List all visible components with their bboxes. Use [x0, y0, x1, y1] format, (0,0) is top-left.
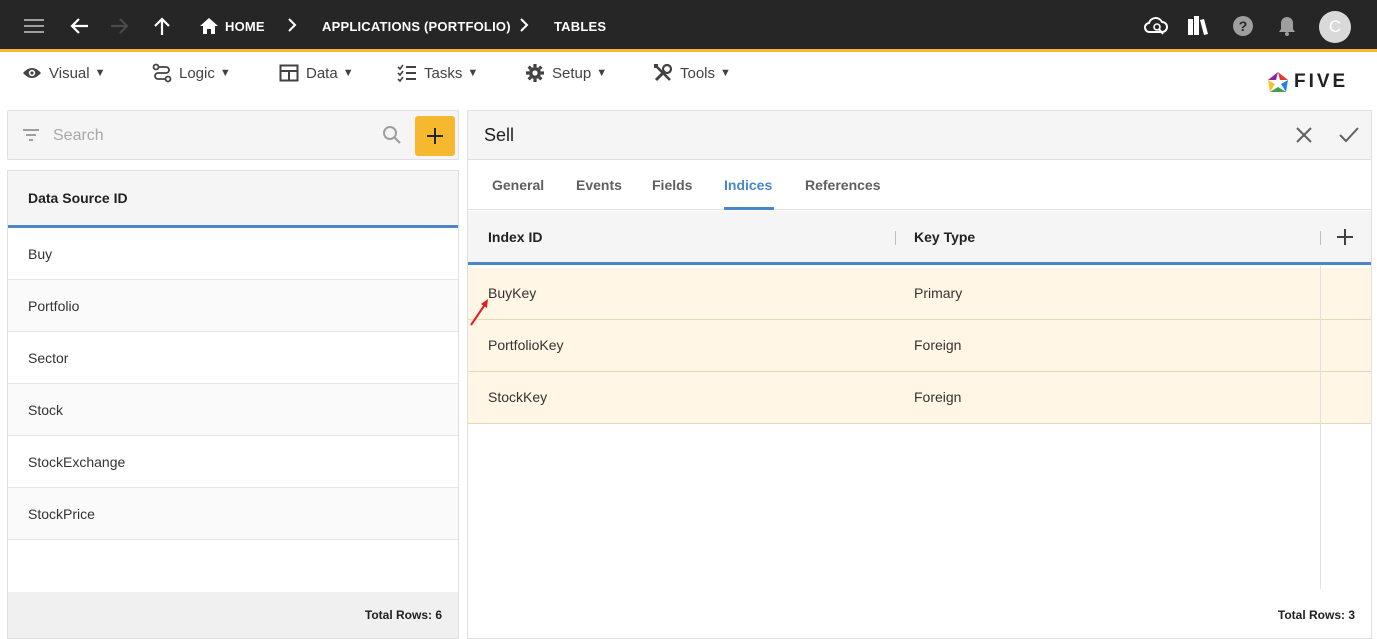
tab-indices[interactable]: Indices	[724, 177, 772, 193]
plus-icon	[1337, 229, 1353, 245]
menu-visual-label: Visual	[49, 64, 90, 82]
indices-grid: Index ID Key Type BuyKey Primary Portfol…	[468, 211, 1371, 591]
check-icon[interactable]	[1338, 125, 1360, 150]
filter-icon[interactable]	[21, 126, 41, 149]
tools-icon	[654, 63, 673, 82]
caret-down-icon: ▼	[596, 67, 608, 79]
cell-key-type: Primary	[914, 285, 963, 301]
menu-logic[interactable]: Logic ▼	[152, 62, 231, 84]
library-icon[interactable]	[1182, 10, 1214, 42]
menu-tasks-label: Tasks	[424, 64, 463, 82]
left-panel: Search Data Source ID Buy Portfolio Sect…	[7, 110, 459, 639]
menu-icon[interactable]	[18, 10, 50, 42]
app-bar: HOME APPLICATIONS (PORTFOLIO) TABLES ? C	[0, 0, 1377, 52]
add-record-button[interactable]	[415, 116, 455, 156]
menu-data-label: Data	[306, 64, 338, 82]
caret-down-icon: ▼	[94, 67, 106, 79]
add-index-button[interactable]	[1336, 228, 1354, 251]
column-divider[interactable]	[895, 231, 896, 245]
list-item[interactable]: Portfolio	[8, 280, 458, 332]
help-icon[interactable]: ?	[1227, 10, 1259, 42]
cell-index-id: BuyKey	[488, 285, 537, 301]
up-arrow-icon[interactable]	[146, 10, 178, 42]
eye-icon	[23, 68, 41, 78]
caret-down-icon: ▼	[467, 67, 479, 79]
search-input[interactable]: Search	[53, 127, 104, 145]
form-header: Sell	[468, 111, 1371, 160]
list-column-header[interactable]: Data Source ID	[8, 171, 458, 228]
menu-bar: Visual ▼ Logic ▼ Data ▼ Tasks ▼ Setup ▼ …	[0, 55, 1377, 101]
tab-fields[interactable]: Fields	[652, 177, 692, 193]
chevron-right-icon	[519, 16, 529, 34]
form-tabs: General Events Fields Indices References	[468, 161, 1371, 210]
gear-icon	[526, 64, 544, 82]
grid-column-divider	[1320, 266, 1321, 589]
plus-icon	[427, 128, 443, 144]
home-icon[interactable]	[193, 10, 225, 42]
form-title: Sell	[484, 125, 515, 145]
table-row[interactable]: BuyKey Primary	[468, 268, 1371, 320]
caret-down-icon: ▼	[219, 67, 231, 79]
active-tab-indicator	[724, 207, 774, 210]
cell-key-type: Foreign	[914, 389, 962, 405]
chevron-right-icon	[287, 16, 297, 34]
list-item[interactable]: StockPrice	[8, 488, 458, 540]
data-source-list: Data Source ID Buy Portfolio Sector Stoc…	[7, 170, 459, 639]
column-divider[interactable]	[1320, 231, 1321, 245]
menu-setup[interactable]: Setup ▼	[525, 62, 607, 84]
five-logo: FIVE	[1266, 69, 1348, 95]
back-arrow-icon[interactable]	[63, 10, 95, 42]
caret-down-icon: ▼	[720, 67, 731, 79]
cloud-sync-icon[interactable]	[1140, 10, 1172, 42]
cell-index-id: PortfolioKey	[488, 337, 564, 353]
table-icon	[279, 64, 299, 82]
table-row[interactable]: PortfolioKey Foreign	[468, 320, 1371, 372]
list-item[interactable]: Stock	[8, 384, 458, 436]
menu-visual[interactable]: Visual ▼	[22, 62, 105, 84]
five-logo-icon	[1268, 72, 1288, 92]
tab-events[interactable]: Events	[576, 177, 622, 193]
tab-references[interactable]: References	[805, 177, 881, 193]
cell-index-id: StockKey	[488, 389, 548, 405]
left-total-rows: Total Rows: 6	[8, 592, 458, 638]
notifications-icon[interactable]	[1271, 10, 1303, 42]
form-panel: Sell General Events Fields Indices Refer…	[467, 110, 1372, 639]
breadcrumb-applications[interactable]: APPLICATIONS (PORTFOLIO)	[322, 19, 511, 34]
table-row[interactable]: StockKey Foreign	[468, 372, 1371, 424]
menu-tools[interactable]: Tools ▼	[653, 62, 731, 84]
forward-arrow-icon	[104, 10, 136, 42]
menu-data[interactable]: Data ▼	[279, 62, 354, 84]
menu-logic-label: Logic	[179, 64, 215, 82]
list-item[interactable]: Buy	[8, 228, 458, 280]
close-icon[interactable]	[1294, 125, 1314, 150]
column-header-index-id[interactable]: Index ID	[488, 229, 542, 245]
list-item[interactable]: Sector	[8, 332, 458, 384]
right-total-rows: Total Rows: 3	[1277, 608, 1355, 622]
breadcrumb-tables[interactable]: TABLES	[554, 19, 606, 34]
svg-text:?: ?	[1239, 18, 1248, 34]
list-item[interactable]: StockExchange	[8, 436, 458, 488]
menu-tasks[interactable]: Tasks ▼	[397, 62, 478, 84]
five-logo-text: FIVE	[1294, 71, 1349, 92]
menu-setup-label: Setup	[552, 64, 592, 82]
logic-flow-icon	[152, 63, 172, 83]
column-header-key-type[interactable]: Key Type	[914, 229, 975, 245]
breadcrumb-home[interactable]: HOME	[225, 19, 265, 34]
menu-tools-label: Tools	[680, 64, 716, 82]
annotation-arrow-icon	[468, 297, 492, 332]
search-icon[interactable]	[382, 125, 402, 150]
grid-header: Index ID Key Type	[468, 211, 1371, 265]
search-bar: Search	[7, 110, 459, 160]
cell-key-type: Foreign	[914, 337, 962, 353]
avatar[interactable]: C	[1319, 11, 1351, 43]
tab-general[interactable]: General	[492, 177, 544, 193]
caret-down-icon: ▼	[342, 67, 354, 79]
checklist-icon	[397, 64, 416, 82]
